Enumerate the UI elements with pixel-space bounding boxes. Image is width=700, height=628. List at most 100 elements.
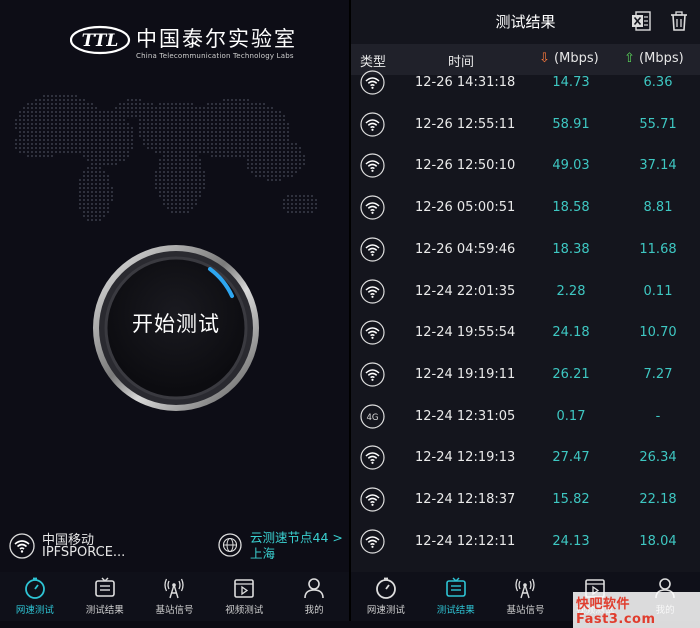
wifi-ssid: IPFSPORCE... xyxy=(42,545,126,560)
row-download: 0.17 xyxy=(556,408,586,424)
stopwatch-icon xyxy=(375,577,396,599)
4g-icon: 4G xyxy=(360,403,385,429)
nav-label: 测试结果 xyxy=(85,605,124,616)
wifi-icon xyxy=(360,195,385,220)
table-row[interactable]: 12-26 05:00:51 18.58 8.81 xyxy=(351,195,700,238)
video-icon xyxy=(234,579,255,598)
row-upload: 8.81 xyxy=(643,200,673,216)
svg-text:4G: 4G xyxy=(367,413,379,423)
wifi-icon xyxy=(360,320,385,345)
nav-results[interactable]: 测试结果 xyxy=(421,572,491,621)
table-row[interactable]: 4G 12-24 12:31:05 0.17 - xyxy=(351,403,700,447)
row-download: 18.58 xyxy=(552,200,590,216)
stopwatch-icon xyxy=(24,577,45,599)
table-row[interactable]: 12-26 12:55:11 58.91 55.71 xyxy=(351,112,700,155)
row-time: 12-24 12:12:11 xyxy=(415,533,516,549)
table-row[interactable]: 12-24 12:18:37 15.82 22.18 xyxy=(351,487,700,530)
row-upload: 55.71 xyxy=(639,116,677,132)
site-watermark: 快吧软件 Fast3.com xyxy=(573,592,700,628)
results-icon xyxy=(445,577,466,597)
wifi-icon xyxy=(360,487,385,512)
table-row[interactable]: 12-24 12:12:11 24.13 18.04 xyxy=(351,529,700,572)
nav-label: 视频测试 xyxy=(225,605,264,616)
nav-speed-test[interactable]: 网速测试 xyxy=(0,572,70,621)
row-upload: 6.36 xyxy=(643,75,673,90)
world-map xyxy=(15,95,317,221)
table-row[interactable]: 12-26 04:59:46 18.38 11.68 xyxy=(351,237,700,280)
test-node-link[interactable]: 云测速节点44 > 上海 xyxy=(250,530,345,562)
wifi-icon xyxy=(360,112,385,137)
download-arrow-icon: ⇩ xyxy=(539,51,550,66)
nav-label: 我的 xyxy=(304,605,324,616)
nav-base-station[interactable]: 基站信号 xyxy=(491,572,561,621)
table-row[interactable]: 12-24 19:55:54 24.18 10.70 xyxy=(351,320,700,363)
row-upload: 37.14 xyxy=(639,158,677,174)
table-row[interactable]: 12-24 12:19:13 27.47 26.34 xyxy=(351,445,700,488)
table-row[interactable]: 12-26 14:31:18 14.73 6.36 xyxy=(351,70,700,113)
row-upload: 0.11 xyxy=(643,283,673,299)
results-screen: 测试结果 类型 时间 ⇩ (Mbps) ⇧ (Mbps) 12-26 14:31… xyxy=(351,0,700,621)
row-time: 12-26 12:55:11 xyxy=(415,116,516,132)
ttl-mark-icon: TTL xyxy=(69,25,131,55)
bottom-nav: 网速测试 测试结果 基站信号 视频测试 我的 xyxy=(0,572,349,621)
row-time: 12-26 04:59:46 xyxy=(415,241,516,257)
wifi-icon xyxy=(360,445,385,470)
user-icon xyxy=(304,578,324,599)
svg-text:TTL: TTL xyxy=(82,31,119,51)
ttl-logo: TTL 中国泰尔实验室 China Telecommunication Tech… xyxy=(69,20,295,64)
tower-icon xyxy=(515,578,536,599)
wifi-icon xyxy=(360,153,385,178)
row-time: 12-24 12:19:13 xyxy=(415,450,516,466)
nav-results[interactable]: 测试结果 xyxy=(70,572,140,621)
nav-label: 基站信号 xyxy=(506,605,545,616)
row-upload: 22.18 xyxy=(639,492,677,507)
row-upload: - xyxy=(655,408,661,424)
table-row[interactable]: 12-24 19:19:11 26.21 7.27 xyxy=(351,362,700,405)
table-row[interactable]: 12-24 22:01:35 2.28 0.11 xyxy=(351,278,700,322)
row-upload: 26.34 xyxy=(639,450,677,466)
table-row[interactable]: 12-26 12:50:10 49.03 37.14 xyxy=(351,153,700,196)
col-download: ⇩ (Mbps) xyxy=(539,51,599,66)
row-upload: 7.27 xyxy=(643,366,673,382)
logo-en-text: China Telecommunication Technology Labs xyxy=(136,52,294,60)
nav-profile[interactable]: 我的 xyxy=(279,572,349,621)
results-icon xyxy=(94,577,115,597)
row-download: 2.28 xyxy=(556,283,586,299)
row-download: 24.18 xyxy=(552,325,590,341)
row-time: 12-26 12:50:10 xyxy=(415,158,516,174)
nav-label: 基站信号 xyxy=(155,605,194,616)
row-download: 58.91 xyxy=(552,116,590,132)
nav-base-station[interactable]: 基站信号 xyxy=(140,572,210,621)
row-upload: 10.70 xyxy=(639,325,677,341)
row-download: 15.82 xyxy=(552,492,590,507)
tower-icon xyxy=(164,578,185,599)
row-download: 49.03 xyxy=(552,158,590,174)
wifi-icon xyxy=(360,529,385,554)
nav-label: 测试结果 xyxy=(436,605,475,616)
nav-label: 网速测试 xyxy=(15,605,54,616)
trash-icon[interactable] xyxy=(669,10,689,32)
row-download: 26.21 xyxy=(552,366,590,382)
nav-speed-test[interactable]: 网速测试 xyxy=(351,572,421,621)
results-header: 测试结果 xyxy=(351,0,700,44)
wifi-icon xyxy=(360,237,385,262)
globe-icon xyxy=(218,533,242,557)
row-time: 12-24 19:19:11 xyxy=(415,366,516,382)
row-upload: 18.04 xyxy=(639,533,677,549)
nav-label: 网速测试 xyxy=(366,605,405,616)
row-time: 12-26 14:31:18 xyxy=(415,75,516,90)
excel-icon[interactable] xyxy=(630,10,652,32)
row-download: 18.38 xyxy=(552,241,590,257)
wifi-icon xyxy=(360,278,385,304)
row-time: 12-24 12:18:37 xyxy=(415,492,516,507)
row-download: 24.13 xyxy=(552,533,590,549)
upload-arrow-icon: ⇧ xyxy=(624,51,635,66)
wifi-icon xyxy=(9,533,35,559)
row-download: 14.73 xyxy=(552,75,590,90)
col-type: 类型 xyxy=(360,55,387,70)
wifi-icon xyxy=(360,362,385,387)
row-download: 27.47 xyxy=(552,450,590,466)
row-upload: 11.68 xyxy=(639,241,677,257)
start-test-button[interactable]: 开始测试 xyxy=(92,308,260,338)
nav-video-test[interactable]: 视频测试 xyxy=(209,572,279,621)
